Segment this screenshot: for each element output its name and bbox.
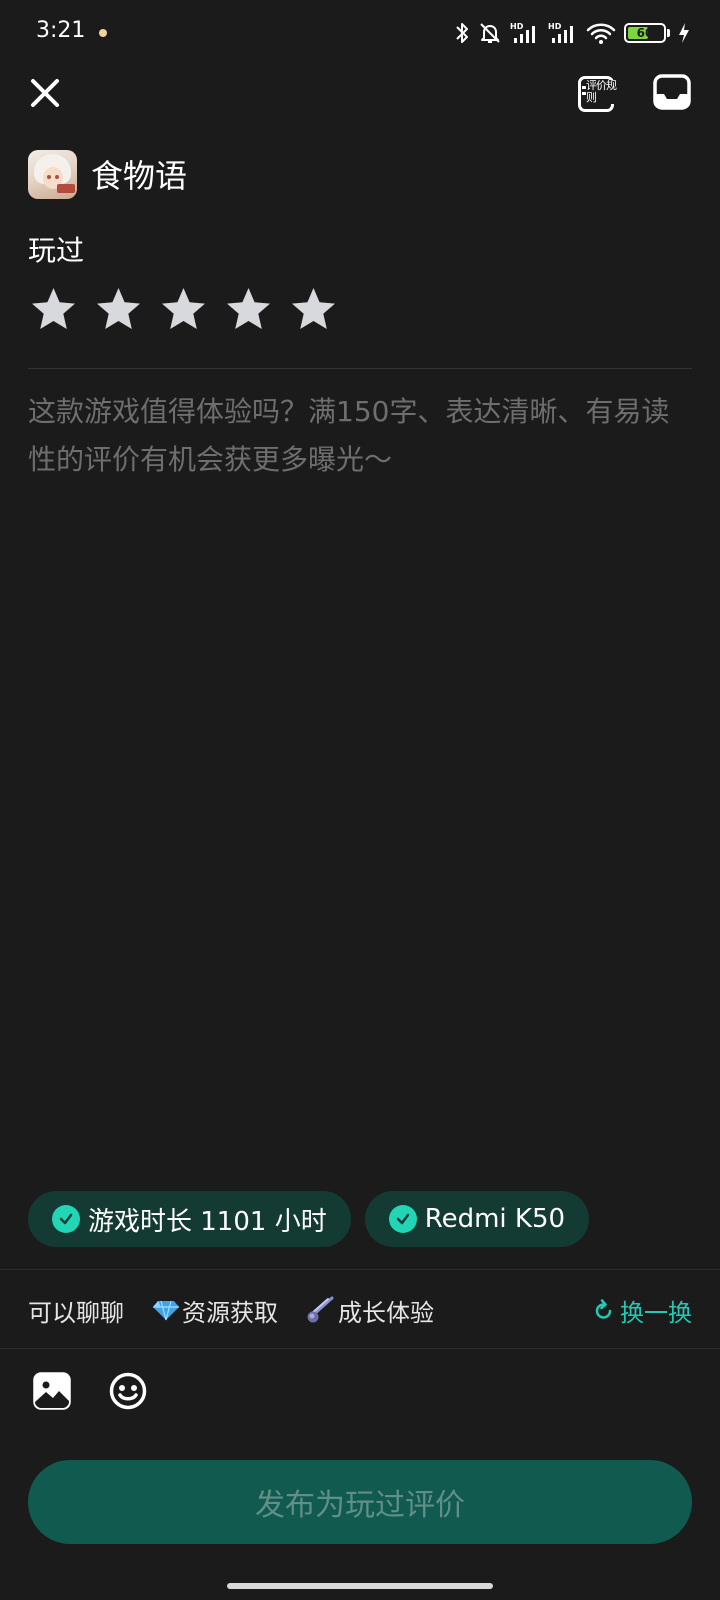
battery-icon: 60 xyxy=(624,23,670,43)
device-tag[interactable]: Redmi K50 xyxy=(364,1191,590,1247)
image-icon xyxy=(33,1372,71,1410)
topic-label: 可以聊聊 xyxy=(28,1298,124,1327)
review-rules-label: 评价规则 xyxy=(586,79,617,104)
battery-cap xyxy=(667,29,670,37)
playtime-tag-label: 游戏时长 1101 小时 xyxy=(88,1206,327,1237)
notification-dot-icon xyxy=(99,29,107,37)
status-time: 3:21 xyxy=(36,18,86,43)
svg-text:HD: HD xyxy=(548,22,562,31)
hd-signal-icon: HD xyxy=(548,22,573,43)
check-circle-icon xyxy=(52,1205,80,1233)
played-label: 玩过 xyxy=(28,234,85,267)
home-indicator[interactable] xyxy=(227,1583,493,1589)
game-app-icon xyxy=(28,149,77,199)
playtime-tag[interactable]: 游戏时长 1101 小时 xyxy=(28,1191,351,1247)
topic-label: 资源获取 xyxy=(182,1298,278,1327)
check-circle-icon xyxy=(388,1205,417,1233)
add-image-button[interactable] xyxy=(32,1371,74,1413)
bluetooth-icon xyxy=(456,23,468,43)
star-rating[interactable] xyxy=(28,286,339,334)
hd-signal-icon: HD xyxy=(510,22,535,43)
star-icon[interactable] xyxy=(288,286,339,334)
info-tags: 游戏时长 1101 小时 Redmi K50 xyxy=(28,1191,590,1247)
review-input[interactable] xyxy=(28,388,692,1148)
charging-icon xyxy=(679,23,689,43)
battery-level: 60 xyxy=(636,26,654,40)
topic-chat[interactable]: 可以聊聊 xyxy=(28,1293,124,1328)
game-info: 食物语 xyxy=(28,148,187,200)
topic-suggestions: 可以聊聊 资源获取 成长体验 换一换 xyxy=(28,1290,692,1330)
review-rules-button[interactable]: 评价规则 xyxy=(576,72,620,116)
draft-box-button[interactable] xyxy=(652,72,696,116)
swap-topics-label: 换一换 xyxy=(620,1298,692,1327)
gem-icon xyxy=(153,1300,179,1321)
game-name: 食物语 xyxy=(91,157,188,195)
review-page: 3:21 HD HD 60 评价规则 食物语 玩过 这款游戏值得体验吗？满150… xyxy=(0,0,720,1600)
comet-icon xyxy=(307,1296,334,1323)
device-tag-label: Redmi K50 xyxy=(424,1204,566,1234)
publish-button[interactable]: 发布为玩过评价 xyxy=(28,1460,692,1544)
topic-label: 成长体验 xyxy=(338,1298,434,1327)
close-button[interactable] xyxy=(22,70,68,116)
divider xyxy=(0,1348,720,1349)
divider xyxy=(0,1269,720,1270)
wifi-icon xyxy=(586,23,616,44)
topic-resources[interactable]: 资源获取 xyxy=(152,1293,278,1328)
refresh-icon xyxy=(595,1299,612,1319)
swap-topics-button[interactable]: 换一换 xyxy=(594,1290,692,1330)
emoji-icon xyxy=(109,1372,147,1410)
status-bar: 3:21 HD HD 60 xyxy=(0,0,720,66)
status-icons: HD HD 60 xyxy=(454,18,690,48)
topic-growth[interactable]: 成长体验 xyxy=(306,1293,434,1328)
close-icon xyxy=(31,79,59,107)
battery-body: 60 xyxy=(624,23,666,43)
star-icon[interactable] xyxy=(28,286,79,334)
notifications-off-icon xyxy=(480,23,500,43)
svg-text:HD: HD xyxy=(510,22,524,31)
divider xyxy=(28,368,692,369)
star-icon[interactable] xyxy=(158,286,209,334)
star-icon[interactable] xyxy=(93,286,144,334)
add-emoji-button[interactable] xyxy=(108,1371,150,1413)
draft-box-icon xyxy=(653,74,691,110)
star-icon[interactable] xyxy=(223,286,274,334)
